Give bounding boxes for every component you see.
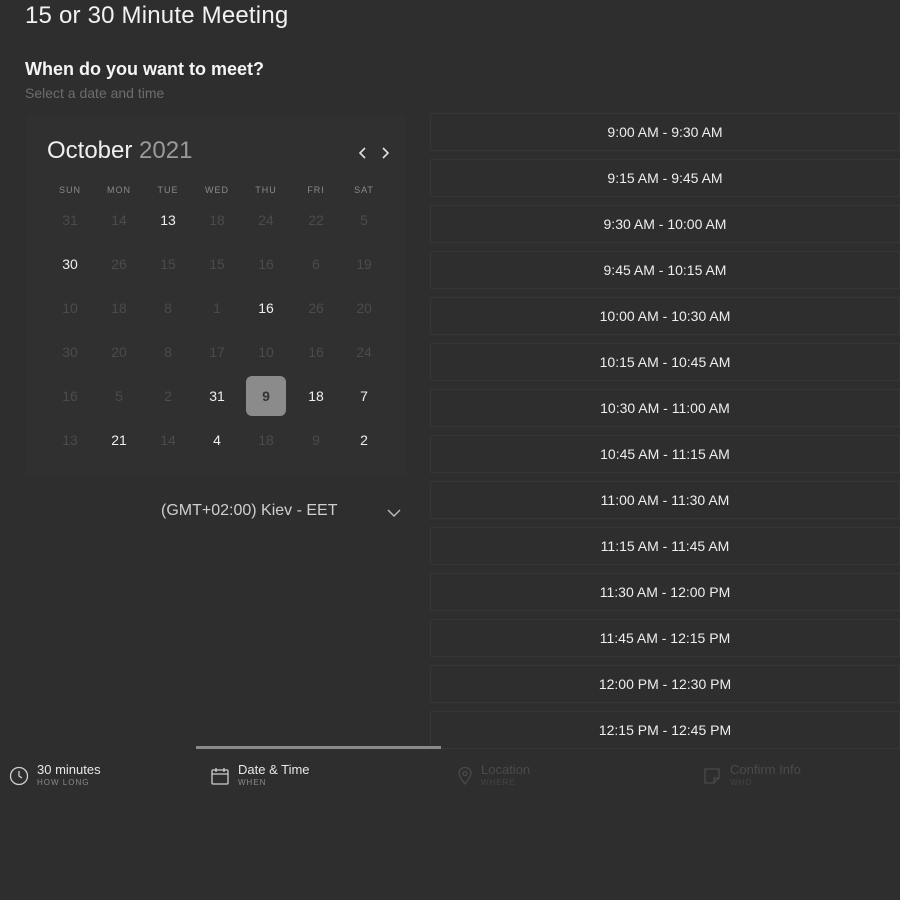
question-heading: When do you want to meet? (25, 59, 264, 79)
timezone-label[interactable]: (GMT+02:00) Kiev - EET (161, 502, 338, 520)
year-label: 2021 (139, 137, 193, 164)
calendar-day: 10 (62, 300, 78, 316)
prev-month-button[interactable] (353, 143, 373, 163)
time-slot[interactable]: 9:00 AM - 9:30 AM (430, 113, 900, 151)
time-slot[interactable]: 10:30 AM - 11:00 AM (430, 389, 900, 427)
calendar-day: 26 (111, 256, 127, 272)
calendar-day[interactable]: 30 (50, 244, 90, 284)
step-label: Confirm Info (730, 762, 801, 777)
time-slot[interactable]: 9:45 AM - 10:15 AM (430, 251, 900, 289)
calendar-day: 19 (356, 256, 372, 272)
clock-icon (9, 766, 29, 786)
weekday-header: MON (107, 185, 131, 195)
next-month-button[interactable] (375, 143, 395, 163)
step-sublabel: HOW LONG (37, 778, 90, 787)
chevron-right-icon (382, 147, 390, 159)
question-subtitle: Select a date and time (25, 85, 165, 101)
calendar-day[interactable]: 7 (344, 376, 384, 416)
weekday-header: THU (255, 185, 277, 195)
chevron-left-icon (358, 147, 366, 159)
map-pin-icon (458, 766, 472, 786)
chevron-down-icon (387, 509, 401, 517)
calendar-day: 6 (312, 256, 320, 272)
time-slot[interactable]: 10:15 AM - 10:45 AM (430, 343, 900, 381)
calendar-day[interactable]: 21 (99, 420, 139, 460)
time-slot[interactable]: 12:00 PM - 12:30 PM (430, 665, 900, 703)
time-slot[interactable]: 11:45 AM - 12:15 PM (430, 619, 900, 657)
time-slot[interactable]: 11:15 AM - 11:45 AM (430, 527, 900, 565)
calendar: October 2021 SUN MON TUE WED THU FRI SAT 31 14 13… (27, 115, 405, 475)
calendar-day: 18 (258, 432, 274, 448)
calendar-day: 24 (258, 212, 274, 228)
weekday-header: SUN (58, 185, 81, 195)
calendar-day: 13 (62, 432, 78, 448)
step-sublabel: WHERE (481, 778, 516, 787)
weekday-header: TUE (157, 185, 179, 195)
calendar-day-selected[interactable]: 9 (246, 376, 286, 416)
timezone-dropdown[interactable] (386, 505, 402, 521)
calendar-day: 17 (209, 344, 225, 360)
calendar-day: 14 (160, 432, 176, 448)
time-slot[interactable]: 12:15 PM - 12:45 PM (430, 711, 900, 749)
time-slot[interactable]: 10:00 AM - 10:30 AM (430, 297, 900, 335)
time-slot[interactable]: 11:00 AM - 11:30 AM (430, 481, 900, 519)
calendar-day: 15 (209, 256, 225, 272)
weekday-header: WED (205, 185, 229, 195)
calendar-icon (211, 768, 229, 785)
page-title: 15 or 30 Minute Meeting (25, 2, 289, 29)
time-slot[interactable]: 11:30 AM - 12:00 PM (430, 573, 900, 611)
step-sublabel: WHO (730, 778, 753, 787)
calendar-day: 31 (62, 212, 78, 228)
calendar-day: 8 (164, 344, 172, 360)
weekday-header: SAT (354, 185, 374, 195)
time-slot[interactable]: 9:30 AM - 10:00 AM (430, 205, 900, 243)
step-label: Date & Time (238, 762, 310, 777)
calendar-day[interactable]: 13 (148, 200, 188, 240)
calendar-day: 16 (62, 388, 78, 404)
calendar-day: 20 (356, 300, 372, 316)
calendar-day: 16 (258, 256, 274, 272)
calendar-day[interactable]: 4 (197, 420, 237, 460)
note-icon (704, 768, 720, 784)
calendar-day: 30 (62, 344, 78, 360)
calendar-day: 14 (111, 212, 127, 228)
step-label: 30 minutes (37, 762, 101, 777)
step-label: Location (481, 762, 531, 777)
step-sublabel: WHEN (238, 778, 267, 787)
calendar-day: 20 (111, 344, 127, 360)
time-slot[interactable]: 9:15 AM - 9:45 AM (430, 159, 900, 197)
calendar-day: 9 (312, 432, 320, 448)
progress-indicator (196, 746, 441, 749)
calendar-day: 18 (209, 212, 225, 228)
calendar-day[interactable]: 31 (197, 376, 237, 416)
month-label: October (47, 137, 133, 164)
calendar-day: 10 (258, 344, 274, 360)
time-slot[interactable]: 10:45 AM - 11:15 AM (430, 435, 900, 473)
calendar-day: 15 (160, 256, 176, 272)
weekday-header: FRI (307, 185, 325, 195)
calendar-day[interactable]: 18 (296, 376, 336, 416)
calendar-day: 5 (360, 212, 368, 228)
calendar-day: 16 (308, 344, 324, 360)
calendar-day[interactable]: 16 (246, 288, 286, 328)
calendar-day: 24 (356, 344, 372, 360)
calendar-day: 2 (164, 388, 172, 404)
calendar-day: 5 (115, 388, 123, 404)
calendar-day: 26 (308, 300, 324, 316)
calendar-day[interactable]: 2 (344, 420, 384, 460)
calendar-day: 18 (111, 300, 127, 316)
calendar-day: 22 (308, 212, 324, 228)
calendar-day: 8 (164, 300, 172, 316)
calendar-day: 1 (213, 300, 221, 316)
month-year-label: October 2021 (47, 137, 192, 165)
